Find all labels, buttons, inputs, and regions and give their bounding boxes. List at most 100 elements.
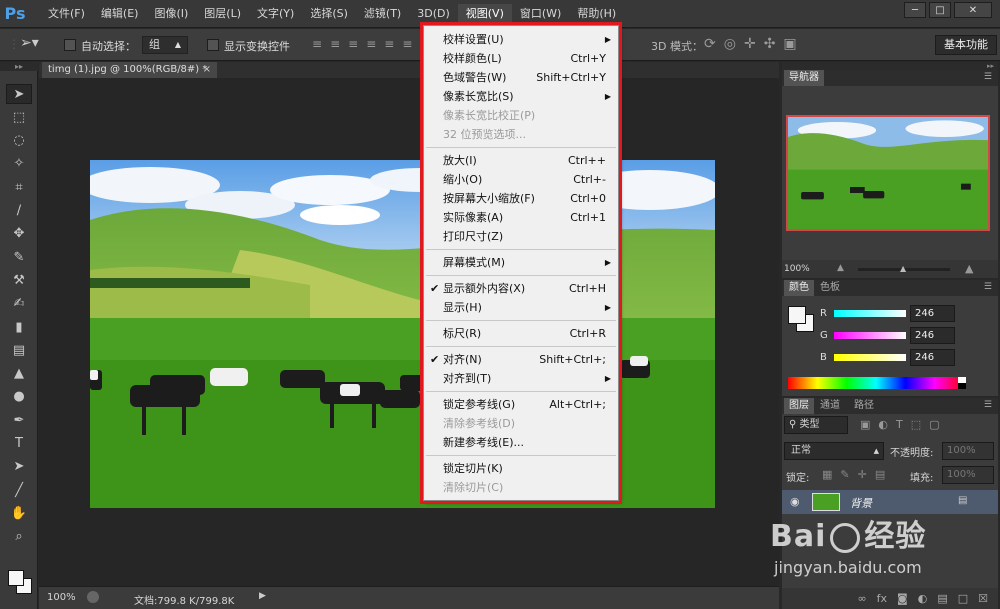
panel-menu-icon[interactable]: ☰ xyxy=(984,72,992,82)
align-bottom-icon[interactable]: ≡ xyxy=(348,37,358,51)
panel-menu-icon[interactable]: ☰ xyxy=(984,400,992,410)
fill-input[interactable]: 100% xyxy=(942,466,994,484)
add-mask-icon[interactable]: ◙ xyxy=(897,592,908,605)
black-swatch[interactable] xyxy=(958,383,966,389)
marquee-tool-icon[interactable]: ⬚ xyxy=(6,107,32,127)
auto-select-dropdown[interactable]: 组 ▲ xyxy=(142,36,188,54)
blur-tool-icon[interactable]: ▲ xyxy=(6,364,32,384)
align-top-icon[interactable]: ≡ xyxy=(312,37,322,51)
delete-layer-icon[interactable]: ☒ xyxy=(978,592,988,605)
align-hcenter-icon[interactable]: ≡ xyxy=(384,37,394,51)
zoom-tool-icon[interactable]: ⌕ xyxy=(6,527,32,547)
type-tool-icon[interactable]: T xyxy=(6,434,32,454)
opacity-input[interactable]: 100% xyxy=(942,442,994,460)
paths-tab[interactable]: 路径 xyxy=(849,398,879,414)
lock-transparent-icon[interactable]: ▦ xyxy=(822,468,832,481)
roll-3d-icon[interactable]: ◎ xyxy=(724,36,736,52)
blue-slider[interactable] xyxy=(834,354,906,361)
auto-select-checkbox[interactable] xyxy=(64,39,76,51)
magic-wand-icon[interactable]: ✧ xyxy=(6,154,32,174)
lock-all-icon[interactable]: ▤ xyxy=(875,468,885,481)
minimize-button[interactable]: ─ xyxy=(904,2,926,18)
layer-filter-dropdown[interactable]: ⚲ 类型 xyxy=(784,416,848,434)
status-info-icon[interactable] xyxy=(87,591,99,603)
adjustment-filter-icon[interactable]: ◐ xyxy=(878,418,888,431)
smart-object-filter-icon[interactable]: ▢ xyxy=(929,418,939,431)
menu-1[interactable]: 编辑(E) xyxy=(93,4,147,24)
eyedropper-icon[interactable]: ∕ xyxy=(6,201,32,221)
align-vcenter-icon[interactable]: ≡ xyxy=(330,37,340,51)
zoom-in-icon[interactable]: ▲ xyxy=(965,262,973,275)
path-select-icon[interactable]: ➤ xyxy=(6,457,32,477)
blend-mode-dropdown[interactable]: 正常 ▲ xyxy=(784,442,884,460)
collapse-arrows-icon[interactable]: ▸▸ xyxy=(0,62,38,71)
gradient-tool-icon[interactable]: ▤ xyxy=(6,340,32,360)
channels-tab[interactable]: 通道 xyxy=(815,398,845,414)
menu-10[interactable]: 帮助(H) xyxy=(569,4,624,24)
swatches-tab[interactable]: 色板 xyxy=(815,280,845,296)
green-slider[interactable] xyxy=(834,332,906,339)
pen-tool-icon[interactable]: ✒ xyxy=(6,410,32,430)
type-filter-icon[interactable]: T xyxy=(896,418,903,431)
menu-7[interactable]: 3D(D) xyxy=(409,4,458,24)
foreground-color-swatch[interactable] xyxy=(788,306,806,324)
align-left-icon[interactable]: ≡ xyxy=(366,37,376,51)
menu-0[interactable]: 文件(F) xyxy=(40,4,93,24)
close-button[interactable]: ✕ xyxy=(954,2,992,18)
adjustment-layer-icon[interactable]: ◐ xyxy=(918,592,928,605)
eraser-icon[interactable]: ▮ xyxy=(6,317,32,337)
layers-tab[interactable]: 图层 xyxy=(784,398,814,414)
slide-3d-icon[interactable]: ✣ xyxy=(764,36,776,52)
zoom-level[interactable]: 100% xyxy=(47,592,76,603)
blue-value-input[interactable]: 246 xyxy=(910,349,955,366)
lock-position-icon[interactable]: ✛ xyxy=(858,468,867,481)
maximize-button[interactable]: □ xyxy=(929,2,951,18)
color-spectrum-bar[interactable] xyxy=(788,377,964,389)
menu-9[interactable]: 窗口(W) xyxy=(512,4,569,24)
red-slider[interactable] xyxy=(834,310,906,317)
drag-3d-icon[interactable]: ✛ xyxy=(744,36,756,52)
scale-3d-icon[interactable]: ▣ xyxy=(783,36,796,52)
new-layer-icon[interactable]: □ xyxy=(958,592,968,605)
crop-tool-icon[interactable]: ⌗ xyxy=(6,177,32,197)
menu-5[interactable]: 选择(S) xyxy=(302,4,356,24)
align-right-icon[interactable]: ≡ xyxy=(402,37,412,51)
lasso-tool-icon[interactable]: ◌ xyxy=(6,131,32,151)
zoom-slider-thumb[interactable]: ▲ xyxy=(900,264,906,273)
line-tool-icon[interactable]: ╱ xyxy=(6,480,32,500)
green-value-input[interactable]: 246 xyxy=(910,327,955,344)
history-brush-icon[interactable]: ✍ xyxy=(6,294,32,314)
menu-6[interactable]: 滤镜(T) xyxy=(356,4,409,24)
panel-menu-icon[interactable]: ☰ xyxy=(984,282,992,292)
pixel-filter-icon[interactable]: ▣ xyxy=(860,418,870,431)
navigator-preview[interactable] xyxy=(786,115,990,231)
move-tool-preset-icon[interactable]: ➢▾ xyxy=(20,35,39,51)
menu-2[interactable]: 图像(I) xyxy=(146,4,196,24)
shape-filter-icon[interactable]: ⬚ xyxy=(911,418,921,431)
red-value-input[interactable]: 246 xyxy=(910,305,955,322)
move-tool-icon[interactable]: ➤ xyxy=(6,84,32,104)
dock-collapse-icon[interactable]: ▸▸ xyxy=(782,62,998,70)
foreground-swatch[interactable] xyxy=(8,570,24,586)
navigator-tab[interactable]: 导航器 xyxy=(784,70,824,86)
healing-brush-icon[interactable]: ✥ xyxy=(6,224,32,244)
color-tab[interactable]: 颜色 xyxy=(784,280,814,296)
brush-tool-icon[interactable]: ✎ xyxy=(6,247,32,267)
status-menu-icon[interactable]: ▶ xyxy=(259,591,266,601)
close-tab-icon[interactable]: × xyxy=(203,62,211,78)
new-group-icon[interactable]: ▤ xyxy=(937,592,947,605)
menu-8[interactable]: 视图(V) xyxy=(457,3,512,24)
clone-stamp-icon[interactable]: ⚒ xyxy=(6,270,32,290)
hand-tool-icon[interactable]: ✋ xyxy=(6,503,32,523)
menu-4[interactable]: 文字(Y) xyxy=(249,4,302,24)
menu-3[interactable]: 图层(L) xyxy=(196,4,249,24)
link-layers-icon[interactable]: ∞ xyxy=(857,592,866,605)
lock-pixels-icon[interactable]: ✎ xyxy=(840,468,849,481)
dodge-tool-icon[interactable]: ● xyxy=(6,387,32,407)
rotate-3d-icon[interactable]: ⟳ xyxy=(704,36,716,52)
navigator-zoom[interactable]: 100% xyxy=(784,264,810,274)
show-transform-checkbox[interactable] xyxy=(207,39,219,51)
fx-icon[interactable]: fx xyxy=(877,592,887,605)
document-tab[interactable]: timg (1).jpg @ 100%(RGB/8#) * × xyxy=(42,62,217,78)
zoom-out-icon[interactable]: ▲ xyxy=(837,263,844,273)
